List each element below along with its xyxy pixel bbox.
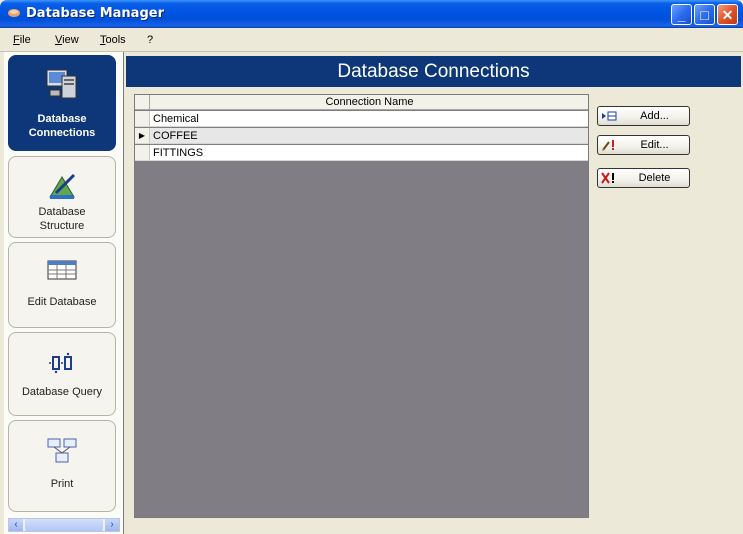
scroll-thumb[interactable] xyxy=(25,519,103,531)
sidebar-item-label: Edit Database xyxy=(27,296,97,308)
edit-button[interactable]: Edit... xyxy=(597,135,690,155)
title-bar: Database Manager _ □ ✕ xyxy=(0,0,743,28)
minimize-icon: _ xyxy=(677,7,686,23)
sidebar-item-label: Structure xyxy=(39,220,85,232)
table-row[interactable]: FITTINGS xyxy=(135,145,588,161)
minimize-button[interactable]: _ xyxy=(671,4,692,25)
menu-bar: File View Tools ? xyxy=(0,28,743,52)
query-icon xyxy=(49,352,72,374)
sidebar-item-label: Database Query xyxy=(21,386,103,398)
sidebar-item-label: Database xyxy=(38,206,86,218)
app-icon xyxy=(8,9,20,17)
delete-button-label: Delete xyxy=(638,172,671,184)
connection-name-cell: FITTINGS xyxy=(153,147,204,159)
current-row-icon: ▶ xyxy=(138,131,146,140)
add-icon xyxy=(602,111,617,121)
sidebar-item-label: Connections xyxy=(28,127,96,139)
print-icon xyxy=(47,438,77,463)
row-header[interactable] xyxy=(135,145,150,160)
grid-header: Connection Name xyxy=(135,95,588,110)
grid-corner xyxy=(135,95,150,109)
connection-name-cell: COFFEE xyxy=(153,130,198,142)
table-row[interactable]: ▶ COFFEE xyxy=(135,128,588,144)
sidebar-item-label: Print xyxy=(50,478,74,490)
menu-tools[interactable]: Tools xyxy=(100,34,126,46)
maximize-icon: □ xyxy=(700,7,709,23)
scroll-right-icon[interactable]: › xyxy=(105,519,119,531)
delete-button[interactable]: Delete xyxy=(597,168,690,188)
column-header-connection-name[interactable]: Connection Name xyxy=(151,96,588,108)
server-icon xyxy=(46,69,77,99)
sidebar-item-database-query[interactable]: Database Query xyxy=(8,332,116,416)
sidebar-item-database-structure[interactable]: Database Structure xyxy=(8,156,116,238)
menu-help[interactable]: ? xyxy=(147,34,153,46)
add-button[interactable]: Add... xyxy=(597,106,690,126)
blueprint-icon xyxy=(49,173,76,199)
table-row[interactable]: Chemical xyxy=(135,111,588,127)
row-header[interactable] xyxy=(135,111,150,126)
sidebar-item-print[interactable]: Print xyxy=(8,420,116,512)
sidebar-item-database-connections[interactable]: Database Connections xyxy=(8,55,116,151)
menu-file[interactable]: File xyxy=(13,34,31,46)
connection-name-cell: Chemical xyxy=(153,113,199,125)
close-button[interactable]: ✕ xyxy=(717,4,738,25)
sidebar-item-edit-database[interactable]: Edit Database xyxy=(8,242,116,328)
row-header[interactable]: ▶ xyxy=(135,128,150,143)
menu-view[interactable]: View xyxy=(55,34,79,46)
table-edit-icon xyxy=(47,260,77,280)
connections-grid[interactable]: Connection Name Chemical ▶ COFFEE FITTIN… xyxy=(134,94,589,518)
sidebar: Database Connections Database Structure … xyxy=(4,52,124,534)
edit-icon xyxy=(602,140,614,151)
window-title: Database Manager xyxy=(26,6,164,21)
close-icon: ✕ xyxy=(721,7,734,23)
maximize-button[interactable]: □ xyxy=(694,4,715,25)
scroll-left-icon[interactable]: ‹ xyxy=(9,519,23,531)
sidebar-item-label: Database xyxy=(37,113,87,125)
add-button-label: Add... xyxy=(640,110,669,122)
page-title: Database Connections xyxy=(126,56,741,87)
delete-icon xyxy=(601,172,614,184)
sidebar-scrollbar[interactable]: ‹ › xyxy=(8,518,120,532)
edit-button-label: Edit... xyxy=(640,139,669,151)
